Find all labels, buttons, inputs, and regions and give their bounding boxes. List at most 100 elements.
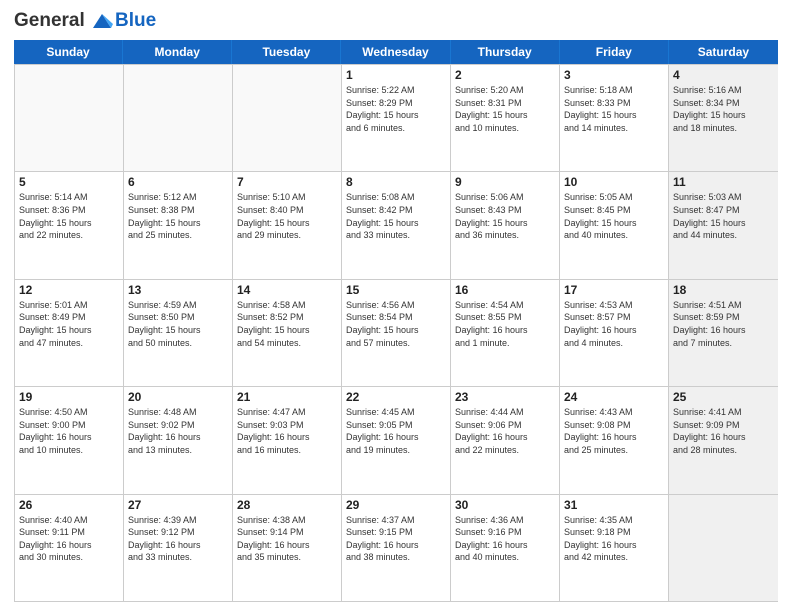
day-number: 28: [237, 498, 337, 512]
cal-cell: 20Sunrise: 4:48 AM Sunset: 9:02 PM Dayli…: [124, 387, 233, 493]
cal-cell: 11 Sunrise: 5:03 AM Sunset: 8:47 PM Dayli…: [669, 172, 778, 278]
cal-cell: 12 Sunrise: 5:01 AM Sunset: 8:49 PM Dayli…: [15, 280, 124, 386]
day-info: Sunrise: 5:18 AM Sunset: 8:33 PM Dayligh…: [564, 84, 664, 134]
cal-cell: 3 Sunrise: 5:18 AM Sunset: 8:33 PM Daylig…: [560, 65, 669, 171]
day-info: Sunrise: 5:03 AM Sunset: 8:47 PM Dayligh…: [673, 191, 774, 241]
cal-cell: 31 Sunrise: 4:35 AM Sunset: 9:18 PM Dayli…: [560, 495, 669, 601]
day-number: 8: [346, 175, 446, 189]
day-info: Sunrise: 4:53 AM Sunset: 8:57 PM Dayligh…: [564, 299, 664, 349]
day-number: 27: [128, 498, 228, 512]
week-row-2: 5Sunrise: 5:14 AM Sunset: 8:36 PM Daylig…: [15, 172, 778, 279]
day-number: 17: [564, 283, 664, 297]
cal-cell: 13Sunrise: 4:59 AM Sunset: 8:50 PM Dayli…: [124, 280, 233, 386]
cal-cell: 23Sunrise: 4:44 AM Sunset: 9:06 PM Dayli…: [451, 387, 560, 493]
cal-cell: 16 Sunrise: 4:54 AM Sunset: 8:55 PM Dayli…: [451, 280, 560, 386]
day-number: 3: [564, 68, 664, 82]
day-info: Sunrise: 5:16 AM Sunset: 8:34 PM Dayligh…: [673, 84, 774, 134]
cal-cell: 22 Sunrise: 4:45 AM Sunset: 9:05 PM Dayli…: [342, 387, 451, 493]
day-number: 19: [19, 390, 119, 404]
day-number: 9: [455, 175, 555, 189]
day-number: 5: [19, 175, 119, 189]
logo-text: General Blue: [14, 10, 156, 32]
cal-cell: 2 Sunrise: 5:20 AM Sunset: 8:31 PM Daylig…: [451, 65, 560, 171]
day-info: Sunrise: 4:47 AM Sunset: 9:03 PM Dayligh…: [237, 406, 337, 456]
day-number: 26: [19, 498, 119, 512]
cal-cell: 29Sunrise: 4:37 AM Sunset: 9:15 PM Dayli…: [342, 495, 451, 601]
cal-cell: [233, 65, 342, 171]
header-day-thursday: Thursday: [451, 40, 560, 64]
day-number: 20: [128, 390, 228, 404]
day-info: Sunrise: 5:22 AM Sunset: 8:29 PM Dayligh…: [346, 84, 446, 134]
cal-cell: 21Sunrise: 4:47 AM Sunset: 9:03 PM Dayli…: [233, 387, 342, 493]
day-number: 12: [19, 283, 119, 297]
header-day-tuesday: Tuesday: [232, 40, 341, 64]
header-day-wednesday: Wednesday: [341, 40, 450, 64]
day-info: Sunrise: 5:08 AM Sunset: 8:42 PM Dayligh…: [346, 191, 446, 241]
day-number: 22: [346, 390, 446, 404]
cal-cell: 1 Sunrise: 5:22 AM Sunset: 8:29 PM Daylig…: [342, 65, 451, 171]
cal-cell: [124, 65, 233, 171]
header-day-monday: Monday: [123, 40, 232, 64]
day-info: Sunrise: 4:54 AM Sunset: 8:55 PM Dayligh…: [455, 299, 555, 349]
cal-cell: 17 Sunrise: 4:53 AM Sunset: 8:57 PM Dayli…: [560, 280, 669, 386]
day-number: 6: [128, 175, 228, 189]
day-number: 15: [346, 283, 446, 297]
cal-cell: 7 Sunrise: 5:10 AM Sunset: 8:40 PM Daylig…: [233, 172, 342, 278]
day-info: Sunrise: 4:38 AM Sunset: 9:14 PM Dayligh…: [237, 514, 337, 564]
day-number: 1: [346, 68, 446, 82]
week-row-1: 1 Sunrise: 5:22 AM Sunset: 8:29 PM Daylig…: [15, 65, 778, 172]
day-number: 23: [455, 390, 555, 404]
day-info: Sunrise: 4:40 AM Sunset: 9:11 PM Dayligh…: [19, 514, 119, 564]
day-number: 16: [455, 283, 555, 297]
day-info: Sunrise: 5:06 AM Sunset: 8:43 PM Dayligh…: [455, 191, 555, 241]
day-info: Sunrise: 4:59 AM Sunset: 8:50 PM Dayligh…: [128, 299, 228, 349]
calendar: SundayMondayTuesdayWednesdayThursdayFrid…: [14, 40, 778, 602]
day-number: 14: [237, 283, 337, 297]
cal-cell: 8 Sunrise: 5:08 AM Sunset: 8:42 PM Daylig…: [342, 172, 451, 278]
week-row-5: 26 Sunrise: 4:40 AM Sunset: 9:11 PM Dayli…: [15, 495, 778, 602]
cal-cell: 9 Sunrise: 5:06 AM Sunset: 8:43 PM Daylig…: [451, 172, 560, 278]
day-info: Sunrise: 4:41 AM Sunset: 9:09 PM Dayligh…: [673, 406, 774, 456]
calendar-header: SundayMondayTuesdayWednesdayThursdayFrid…: [14, 40, 778, 64]
day-info: Sunrise: 5:01 AM Sunset: 8:49 PM Dayligh…: [19, 299, 119, 349]
day-number: 31: [564, 498, 664, 512]
day-info: Sunrise: 4:45 AM Sunset: 9:05 PM Dayligh…: [346, 406, 446, 456]
day-info: Sunrise: 4:37 AM Sunset: 9:15 PM Dayligh…: [346, 514, 446, 564]
week-row-4: 19 Sunrise: 4:50 AM Sunset: 9:00 PM Dayli…: [15, 387, 778, 494]
day-number: 24: [564, 390, 664, 404]
cal-cell: 19 Sunrise: 4:50 AM Sunset: 9:00 PM Dayli…: [15, 387, 124, 493]
day-number: 25: [673, 390, 774, 404]
day-info: Sunrise: 4:36 AM Sunset: 9:16 PM Dayligh…: [455, 514, 555, 564]
cal-cell: 18Sunrise: 4:51 AM Sunset: 8:59 PM Dayli…: [669, 280, 778, 386]
page: General Blue SundayMondayTuesdayWednesda…: [0, 0, 792, 612]
day-info: Sunrise: 4:39 AM Sunset: 9:12 PM Dayligh…: [128, 514, 228, 564]
cal-cell: [669, 495, 778, 601]
header-day-saturday: Saturday: [669, 40, 778, 64]
day-number: 2: [455, 68, 555, 82]
day-info: Sunrise: 5:12 AM Sunset: 8:38 PM Dayligh…: [128, 191, 228, 241]
day-info: Sunrise: 5:10 AM Sunset: 8:40 PM Dayligh…: [237, 191, 337, 241]
cal-cell: 10 Sunrise: 5:05 AM Sunset: 8:45 PM Dayli…: [560, 172, 669, 278]
day-number: 10: [564, 175, 664, 189]
cal-cell: 26 Sunrise: 4:40 AM Sunset: 9:11 PM Dayli…: [15, 495, 124, 601]
day-info: Sunrise: 5:20 AM Sunset: 8:31 PM Dayligh…: [455, 84, 555, 134]
day-info: Sunrise: 4:50 AM Sunset: 9:00 PM Dayligh…: [19, 406, 119, 456]
logo: General Blue: [14, 10, 156, 32]
day-info: Sunrise: 4:56 AM Sunset: 8:54 PM Dayligh…: [346, 299, 446, 349]
cal-cell: 4Sunrise: 5:16 AM Sunset: 8:34 PM Daylig…: [669, 65, 778, 171]
cal-cell: 15 Sunrise: 4:56 AM Sunset: 8:54 PM Dayli…: [342, 280, 451, 386]
cal-cell: 6 Sunrise: 5:12 AM Sunset: 8:38 PM Daylig…: [124, 172, 233, 278]
header: General Blue: [14, 10, 778, 32]
day-number: 11: [673, 175, 774, 189]
header-day-sunday: Sunday: [14, 40, 123, 64]
day-info: Sunrise: 4:43 AM Sunset: 9:08 PM Dayligh…: [564, 406, 664, 456]
cal-cell: 30 Sunrise: 4:36 AM Sunset: 9:16 PM Dayli…: [451, 495, 560, 601]
cal-cell: 14 Sunrise: 4:58 AM Sunset: 8:52 PM Dayli…: [233, 280, 342, 386]
day-info: Sunrise: 5:05 AM Sunset: 8:45 PM Dayligh…: [564, 191, 664, 241]
day-number: 7: [237, 175, 337, 189]
day-info: Sunrise: 4:58 AM Sunset: 8:52 PM Dayligh…: [237, 299, 337, 349]
calendar-body: 1 Sunrise: 5:22 AM Sunset: 8:29 PM Daylig…: [14, 64, 778, 602]
day-number: 30: [455, 498, 555, 512]
cal-cell: 28 Sunrise: 4:38 AM Sunset: 9:14 PM Dayli…: [233, 495, 342, 601]
day-info: Sunrise: 4:35 AM Sunset: 9:18 PM Dayligh…: [564, 514, 664, 564]
